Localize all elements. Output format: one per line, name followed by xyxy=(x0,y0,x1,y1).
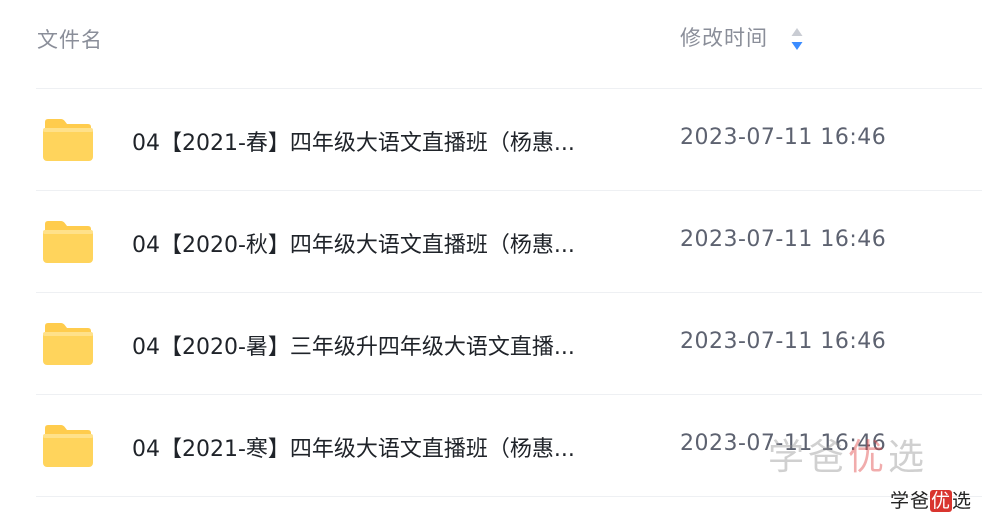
modified-time-column-header[interactable]: 修改时间 xyxy=(680,22,804,52)
watermark-highlight-text: 优 xyxy=(848,437,889,478)
file-name[interactable]: 04【2020-秋】四年级大语文直播班（杨惠... xyxy=(132,227,632,259)
name-column-header[interactable]: 文件名 xyxy=(37,24,103,54)
file-modified-time: 2023-07-11 16:46 xyxy=(680,227,887,252)
watermark-small: 学爸优选 xyxy=(890,486,972,513)
folder-icon xyxy=(43,119,93,161)
file-name[interactable]: 04【2020-暑】三年级升四年级大语文直播... xyxy=(132,329,632,361)
file-row[interactable]: 04【2020-秋】四年级大语文直播班（杨惠... 2023-07-11 16:… xyxy=(0,191,982,293)
watermark-text: 选 xyxy=(952,490,973,512)
sort-icon[interactable] xyxy=(790,25,804,53)
sort-down-arrow-icon xyxy=(791,42,803,50)
watermark-highlight-text: 优 xyxy=(930,490,953,512)
file-modified-time: 2023-07-11 16:46 xyxy=(680,329,887,354)
file-list-page: 文件名 修改时间 04【2021-春】四年级大语文直播班（杨惠... 2023-… xyxy=(0,0,982,514)
file-modified-time: 2023-07-11 16:46 xyxy=(680,125,887,150)
watermark-large: 学爸优选 xyxy=(768,428,928,480)
list-header: 文件名 修改时间 xyxy=(0,0,982,88)
file-name[interactable]: 04【2021-春】四年级大语文直播班（杨惠... xyxy=(132,125,632,157)
file-name[interactable]: 04【2021-寒】四年级大语文直播班（杨惠... xyxy=(132,431,632,463)
watermark-text: 学爸 xyxy=(890,490,931,512)
watermark-text: 学爸 xyxy=(768,437,849,478)
folder-icon xyxy=(43,221,93,263)
watermark-text: 选 xyxy=(888,437,929,478)
sort-up-arrow-icon xyxy=(791,28,803,36)
folder-icon xyxy=(43,425,93,467)
file-row[interactable]: 04【2021-春】四年级大语文直播班（杨惠... 2023-07-11 16:… xyxy=(0,89,982,191)
folder-icon xyxy=(43,323,93,365)
row-divider xyxy=(36,496,982,497)
file-row[interactable]: 04【2020-暑】三年级升四年级大语文直播... 2023-07-11 16:… xyxy=(0,293,982,395)
modified-time-label: 修改时间 xyxy=(680,26,768,50)
